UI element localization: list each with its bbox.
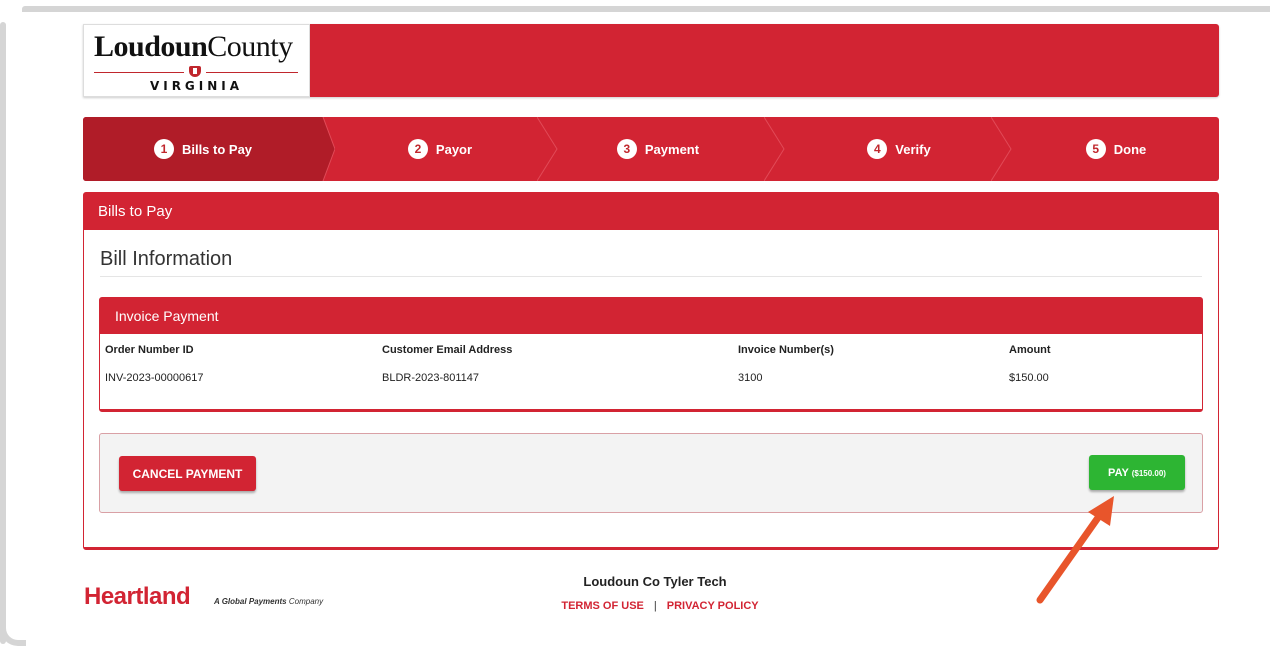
step-payor[interactable]: 2 Payor: [335, 117, 545, 181]
step-number: 5: [1085, 139, 1106, 159]
step-number: 4: [867, 139, 888, 159]
heartland-tagline: A Global Payments Company: [214, 597, 324, 606]
terms-of-use-link[interactable]: TERMS OF USE: [561, 600, 644, 612]
county-logo[interactable]: LoudounCounty VIRGINIA: [83, 24, 310, 97]
divider: [100, 276, 1202, 277]
logo-rule-right: [206, 72, 298, 73]
step-chevron-icon: [311, 117, 335, 181]
customer-email-cell: BLDR-2023-801147: [382, 372, 480, 384]
invoice-number-cell: 3100: [738, 372, 763, 384]
cancel-payment-button[interactable]: CANCEL PAYMENT: [119, 456, 256, 491]
heartland-logo: Heartland: [84, 583, 191, 610]
step-label: Payor: [435, 141, 473, 157]
link-separator: |: [653, 600, 657, 612]
invoice-table: Invoice Payment Order Number ID Customer…: [99, 297, 1203, 412]
logo-title: LoudounCounty: [94, 30, 293, 63]
column-header: Invoice Number(s): [738, 344, 834, 356]
frame-left-border: [0, 22, 6, 644]
column-header: Customer Email Address: [382, 344, 513, 356]
step-verify[interactable]: 4 Verify: [789, 117, 1009, 181]
frame-top-border: [22, 6, 1270, 12]
step-done[interactable]: 5 Done: [1013, 117, 1219, 181]
pay-amount: ($150.00): [1131, 468, 1166, 478]
column-header: Amount: [1009, 344, 1051, 356]
window-frame: LoudounCounty VIRGINIA 1 Bills to Pay 2 …: [0, 0, 1270, 648]
pay-label: PAY: [1108, 466, 1129, 479]
logo-rule-left: [94, 72, 184, 73]
step-number: 1: [153, 139, 174, 159]
step-bills-to-pay[interactable]: 1 Bills to Pay: [83, 117, 323, 181]
amount-cell: $150.00: [1009, 372, 1049, 384]
step-number: 3: [616, 139, 637, 159]
step-chevron-icon: [991, 117, 1012, 181]
step-label: Bills to Pay: [181, 141, 253, 157]
panel-title: Bills to Pay: [84, 193, 1218, 230]
step-number: 2: [407, 139, 428, 159]
checkout-steps: 1 Bills to Pay 2 Payor 3 Payment 4 Verif…: [83, 117, 1219, 181]
annotation-arrow-icon: [1036, 496, 1114, 604]
invoice-title: Invoice Payment: [100, 298, 1202, 334]
step-payment[interactable]: 3 Payment: [553, 117, 763, 181]
step-chevron-icon: [764, 117, 785, 181]
step-label: Verify: [895, 141, 931, 157]
column-header: Order Number ID: [105, 344, 194, 356]
logo-seal-icon: [189, 66, 201, 77]
step-label: Payment: [644, 141, 700, 157]
footer-title: Loudoun Co Tyler Tech: [583, 574, 727, 589]
privacy-policy-link[interactable]: PRIVACY POLICY: [667, 600, 759, 612]
pay-button[interactable]: PAY ($150.00): [1089, 455, 1185, 490]
logo-subtitle: VIRGINIA: [149, 79, 244, 93]
footer-links: TERMS OF USE | PRIVACY POLICY: [500, 600, 820, 612]
order-number-cell: INV-2023-00000617: [105, 372, 204, 384]
section-title: Bill Information: [100, 248, 233, 270]
step-label: Done: [1113, 141, 1147, 157]
